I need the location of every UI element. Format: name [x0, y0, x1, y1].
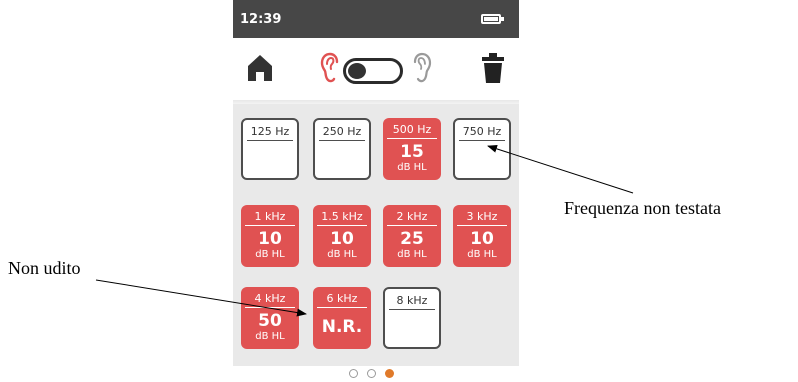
arrow-untested: [487, 144, 634, 194]
arrow-not-heard: [95, 279, 307, 317]
annotation-arrows: [95, 144, 634, 317]
